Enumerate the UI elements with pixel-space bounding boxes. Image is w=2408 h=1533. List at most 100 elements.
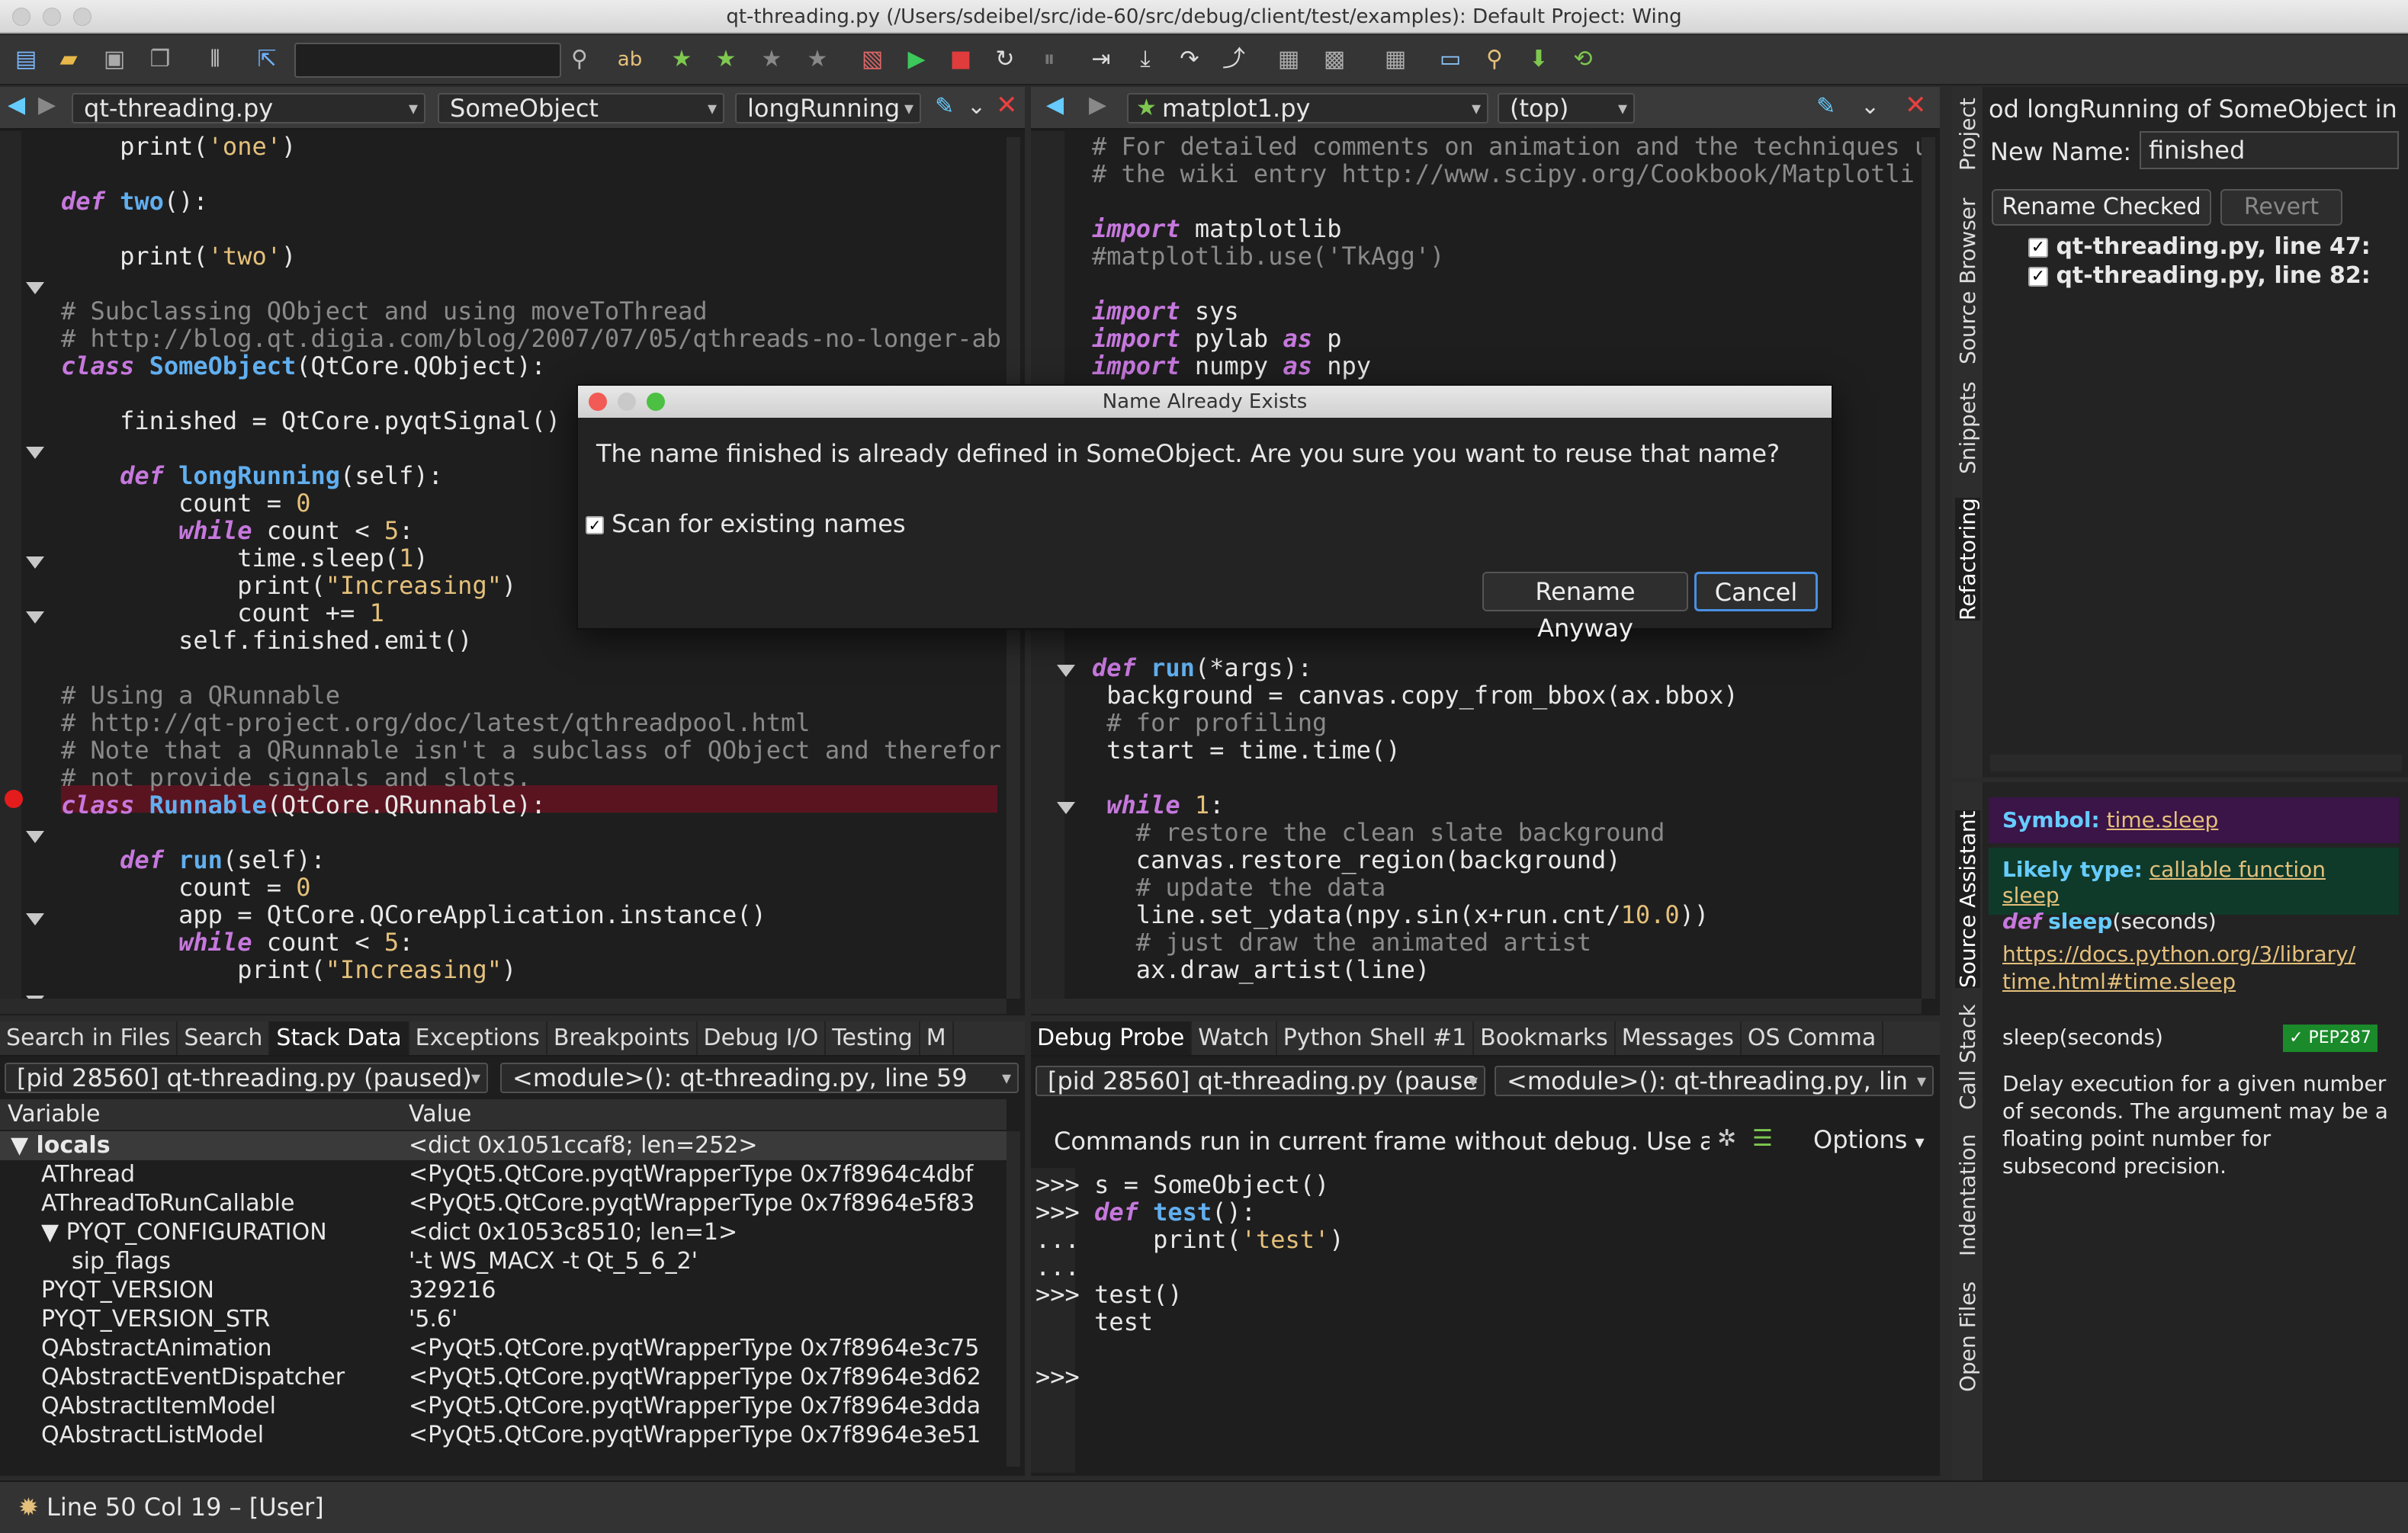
- vtab-source-assistant[interactable]: Source Assistant: [1955, 810, 1980, 988]
- bookmark-prev-icon[interactable]: ★: [756, 44, 787, 75]
- left-method-select[interactable]: longRunning: [735, 93, 921, 123]
- close-editor-icon[interactable]: ✕: [996, 90, 1018, 120]
- breakpoint-marker[interactable]: [5, 790, 23, 808]
- new-name-input[interactable]: finished: [2140, 131, 2399, 169]
- bookmark-star-icon[interactable]: ★: [666, 44, 697, 75]
- vtab-source-browser[interactable]: Source Browser: [1955, 197, 1980, 364]
- save-icon[interactable]: ▣: [99, 44, 130, 75]
- left-file-select[interactable]: qt-threading.py: [72, 93, 425, 123]
- table-row[interactable]: PYQT_VERSION 329216: [0, 1276, 1007, 1305]
- fold-marker[interactable]: [1057, 665, 1075, 677]
- table-row[interactable]: QAbstractListModel <PyQt5.QtCore.pyqtWrap…: [0, 1421, 1007, 1450]
- refactor-item-checkbox[interactable]: ✓: [2028, 266, 2048, 287]
- bookmark-next-icon[interactable]: ★: [711, 44, 741, 75]
- stack-vscroll[interactable]: [1007, 1131, 1020, 1467]
- right-scope-select[interactable]: (top): [1498, 93, 1635, 123]
- scan-checkbox[interactable]: ✓: [586, 516, 604, 534]
- frame-select[interactable]: <module>(): qt-threading.py, line 59: [500, 1063, 1019, 1093]
- run-icon[interactable]: ▶: [901, 44, 932, 75]
- tab-debug-i-o[interactable]: Debug I/O: [698, 1021, 827, 1055]
- tab-debug-probe[interactable]: Debug Probe: [1031, 1021, 1193, 1055]
- down-arrow-icon[interactable]: ⬇: [1523, 44, 1554, 75]
- col-value[interactable]: Value: [409, 1099, 471, 1130]
- tab-messages[interactable]: Messages: [1616, 1021, 1742, 1055]
- right-editor-vscroll[interactable]: [1922, 137, 1935, 999]
- pause-icon[interactable]: ⏸: [1034, 44, 1064, 75]
- dialog-zoom-button[interactable]: [647, 393, 665, 411]
- options-chevron-icon[interactable]: ⌄: [967, 93, 986, 120]
- tab-testing[interactable]: Testing: [826, 1021, 920, 1055]
- table-row[interactable]: sip_flags '-t WS_MACX -t Qt_5_6_2': [0, 1247, 1007, 1276]
- table-row[interactable]: AThreadToRunCallable <PyQt5.QtCore.pyqtWr…: [0, 1189, 1007, 1218]
- close-window-button[interactable]: [12, 8, 31, 26]
- list-add-icon[interactable]: ☰: [1752, 1125, 1773, 1152]
- probe-frame-select[interactable]: <module>(): qt-threading.py, lin: [1495, 1066, 1934, 1096]
- refactoring-hscroll[interactable]: [1990, 755, 2402, 771]
- stop-icon[interactable]: ■: [946, 44, 976, 75]
- tab-os-comma[interactable]: OS Comma: [1742, 1021, 1884, 1055]
- rename-checked-button[interactable]: Rename Checked: [1992, 189, 2211, 226]
- step-out-icon[interactable]: ↷: [1174, 44, 1205, 75]
- pin-icon[interactable]: ✎: [1816, 93, 1835, 120]
- tab-stack-data[interactable]: Stack Data: [270, 1021, 409, 1055]
- tab-exceptions[interactable]: Exceptions: [409, 1021, 547, 1055]
- close-editor-icon[interactable]: ✕: [1905, 90, 1927, 120]
- toolbar-search-input[interactable]: [294, 43, 561, 78]
- refactor-item[interactable]: ✓ qt-threading.py, line 82:: [2028, 262, 2371, 289]
- indent-icon[interactable]: ⫴: [200, 44, 230, 75]
- tab-search-in-files[interactable]: Search in Files: [0, 1021, 178, 1055]
- rename-anyway-button[interactable]: Rename Anyway: [1482, 572, 1688, 643]
- pin-icon[interactable]: ✎: [935, 93, 954, 120]
- vtab-refactoring[interactable]: Refactoring: [1955, 498, 1980, 621]
- step-over-icon[interactable]: ⇥: [1086, 44, 1116, 75]
- doc-link-line-2[interactable]: time.html#time.sleep: [2002, 969, 2236, 994]
- right-file-select[interactable]: matplot1.py: [1127, 93, 1488, 123]
- vtab-snippets[interactable]: Snippets: [1955, 381, 1980, 474]
- table-row[interactable]: QAbstractItemModel <PyQt5.QtCore.pyqtWrap…: [0, 1392, 1007, 1421]
- step-return-icon[interactable]: ⤴: [1218, 44, 1249, 75]
- vtab-project[interactable]: Project: [1955, 98, 1980, 171]
- fold-marker[interactable]: [26, 447, 44, 459]
- revert-button[interactable]: Revert: [2220, 189, 2342, 226]
- tab-m[interactable]: M: [920, 1021, 954, 1055]
- fold-marker[interactable]: [26, 556, 44, 569]
- debug-file-icon[interactable]: ▧: [857, 44, 888, 75]
- find-icon[interactable]: ⚲: [1479, 44, 1510, 75]
- window-controls[interactable]: [12, 8, 92, 26]
- fold-marker[interactable]: [26, 913, 44, 925]
- vtab-call-stack[interactable]: Call Stack: [1955, 1004, 1980, 1110]
- tab-breakpoints[interactable]: Breakpoints: [547, 1021, 698, 1055]
- cancel-button[interactable]: Cancel: [1694, 572, 1818, 611]
- fold-marker[interactable]: [1057, 802, 1075, 814]
- minimize-window-button[interactable]: [43, 8, 61, 26]
- forward-arrow-icon[interactable]: ▶: [38, 91, 56, 118]
- table-row[interactable]: AThread <PyQt5.QtCore.pyqtWrapperType 0x7…: [0, 1160, 1007, 1189]
- toggle-1-icon[interactable]: ▦: [1273, 44, 1304, 75]
- doc-link-line-1[interactable]: https://docs.python.org/3/library/: [2002, 941, 2355, 967]
- status-gear-icon[interactable]: ✹: [18, 1493, 39, 1522]
- forward-arrow-icon[interactable]: ▶: [1089, 91, 1106, 118]
- table-row[interactable]: ▼ locals <dict 0x1051ccaf8; len=252>: [0, 1131, 1007, 1160]
- zoom-window-button[interactable]: [73, 8, 92, 26]
- toggle-3-icon[interactable]: ▦: [1380, 44, 1411, 75]
- process-select[interactable]: [pid 28560] qt-threading.py (paused): [5, 1063, 488, 1093]
- tab-watch[interactable]: Watch: [1192, 1021, 1277, 1055]
- back-arrow-icon[interactable]: ◀: [1046, 91, 1064, 118]
- search-icon[interactable]: ⚲: [564, 44, 595, 75]
- new-file-icon[interactable]: ▤: [11, 44, 41, 75]
- toggle-2-icon[interactable]: ▩: [1319, 44, 1350, 75]
- table-row[interactable]: ▼ PYQT_CONFIGURATION <dict 0x1053c8510; l…: [0, 1218, 1007, 1247]
- symbol-link[interactable]: time.sleep: [2107, 807, 2219, 832]
- left-scope-select[interactable]: SomeObject: [438, 93, 724, 123]
- back-arrow-icon[interactable]: ◀: [8, 91, 25, 118]
- options-button[interactable]: Options ▾: [1813, 1125, 1925, 1154]
- open-folder-icon[interactable]: ▰: [53, 44, 84, 75]
- bug-icon[interactable]: ✲: [1717, 1125, 1736, 1152]
- vtab-indentation[interactable]: Indentation: [1955, 1134, 1980, 1256]
- spell-check-icon[interactable]: ab: [615, 44, 645, 75]
- table-row[interactable]: QAbstractAnimation <PyQt5.QtCore.pyqtWrap…: [0, 1334, 1007, 1363]
- refactor-item[interactable]: ✓ qt-threading.py, line 47:: [2028, 233, 2371, 260]
- save-all-icon[interactable]: ❐: [145, 44, 175, 75]
- table-row[interactable]: PYQT_VERSION_STR '5.6': [0, 1305, 1007, 1334]
- tab-bookmarks[interactable]: Bookmarks: [1474, 1021, 1616, 1055]
